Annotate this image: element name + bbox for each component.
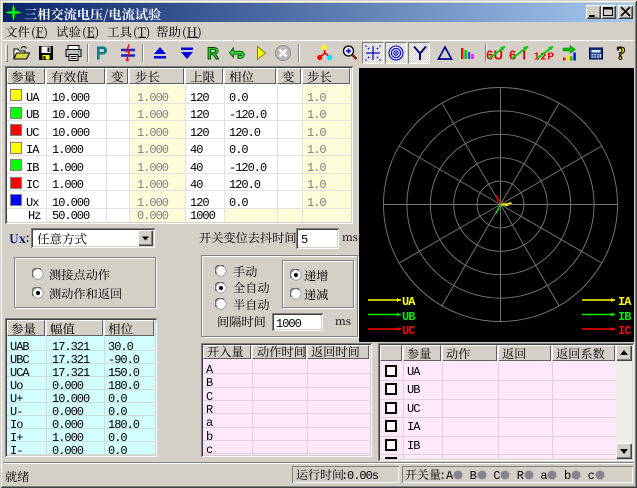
svg-text:?: ? bbox=[616, 44, 626, 62]
svg-text:R: R bbox=[207, 45, 219, 62]
